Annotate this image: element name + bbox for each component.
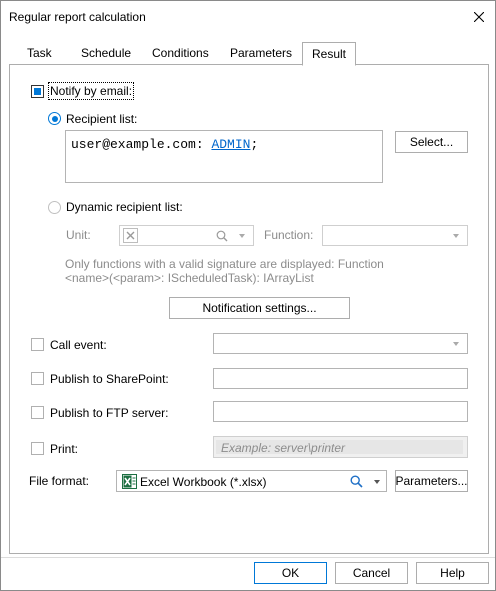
close-button[interactable] (463, 1, 495, 32)
file-format-value: Excel Workbook (*.xlsx) (140, 475, 267, 489)
search-icon[interactable] (216, 230, 228, 242)
function-hint-line1: Only functions with a valid signature ar… (65, 257, 384, 271)
result-panel: Notify by email: Recipient list: user@ex… (9, 64, 489, 554)
title-bar: Regular report calculation (1, 1, 495, 32)
chevron-down-icon (453, 234, 459, 238)
tab-conditions[interactable]: Conditions (152, 46, 209, 60)
cancel-button[interactable]: Cancel (335, 562, 408, 584)
recipient-list-box[interactable]: user@example.com: ADMIN; (65, 130, 383, 183)
function-label: Function: (264, 228, 314, 242)
tab-result[interactable]: Result (302, 42, 356, 66)
file-format-label: File format: (29, 474, 90, 488)
chevron-down-icon[interactable] (374, 480, 380, 484)
sharepoint-label[interactable]: Publish to SharePoint: (50, 372, 169, 386)
function-hint-line2: <name>(<param>: IScheduledTask): IArrayL… (65, 271, 314, 285)
call-event-dropdown[interactable] (213, 333, 468, 354)
help-button[interactable]: Help (416, 562, 489, 584)
dialog-window: Regular report calculation Task Schedule… (0, 0, 496, 591)
ftp-checkbox[interactable] (31, 406, 44, 419)
print-placeholder: Example: server\printer (221, 441, 346, 455)
unit-selector[interactable] (119, 225, 254, 246)
recipient-list-label[interactable]: Recipient list: (66, 112, 137, 126)
call-event-label[interactable]: Call event: (50, 338, 107, 352)
recipient-list-radio[interactable] (48, 112, 61, 125)
ftp-input[interactable] (213, 401, 468, 422)
sharepoint-checkbox[interactable] (31, 372, 44, 385)
window-title: Regular report calculation (9, 10, 146, 24)
tab-task[interactable]: Task (27, 46, 52, 60)
recipient-separator: ; (250, 137, 259, 152)
function-dropdown[interactable] (322, 225, 468, 246)
clear-icon[interactable] (123, 228, 138, 243)
ftp-label[interactable]: Publish to FTP server: (50, 406, 169, 420)
dynamic-recipient-radio[interactable] (48, 201, 61, 214)
file-format-selector[interactable]: Excel Workbook (*.xlsx) (116, 470, 387, 492)
chevron-down-icon (453, 342, 459, 346)
recipient-address: user@example.com: (71, 137, 204, 152)
print-checkbox[interactable] (31, 442, 44, 455)
notification-settings-button[interactable]: Notification settings... (169, 297, 350, 319)
tab-bar: Task Schedule Conditions Parameters Resu… (1, 41, 495, 66)
footer-separator (1, 557, 495, 558)
close-icon (474, 11, 484, 22)
print-input[interactable]: Example: server\printer (213, 436, 468, 458)
dynamic-recipient-label[interactable]: Dynamic recipient list: (66, 200, 183, 214)
recipient-entry: user@example.com: ADMIN; (71, 137, 258, 152)
call-event-checkbox[interactable] (31, 338, 44, 351)
excel-icon (122, 474, 137, 489)
recipient-name-link[interactable]: ADMIN (211, 137, 250, 152)
unit-label: Unit: (66, 228, 91, 242)
chevron-down-icon[interactable] (239, 234, 245, 238)
search-icon[interactable] (350, 475, 363, 488)
sharepoint-input[interactable] (213, 368, 468, 389)
select-button[interactable]: Select... (395, 131, 468, 153)
parameters-button[interactable]: Parameters... (395, 470, 468, 492)
notify-email-label[interactable]: Notify by email: (47, 82, 135, 100)
tab-schedule[interactable]: Schedule (81, 46, 131, 60)
print-label[interactable]: Print: (50, 442, 78, 456)
ok-button[interactable]: OK (254, 562, 327, 584)
tab-parameters[interactable]: Parameters (230, 46, 292, 60)
notify-email-checkbox[interactable] (31, 85, 44, 98)
